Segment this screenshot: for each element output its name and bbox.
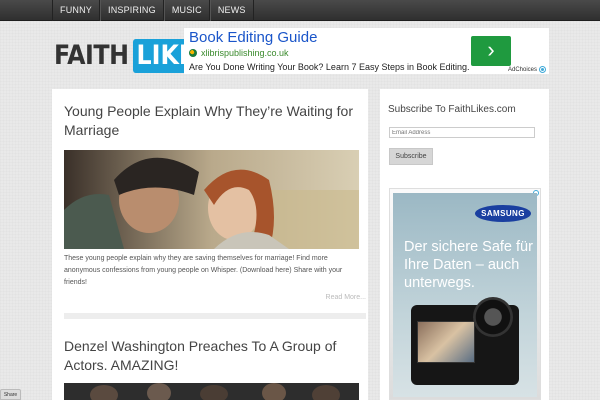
sidebar-ad[interactable]: SAMSUNG Der sichere Safe für Ihre Daten … bbox=[389, 188, 541, 400]
sidebar: Subscribe To FaithLikes.com Subscribe SA… bbox=[380, 89, 549, 400]
ad-description: Are You Done Writing Your Book? Learn 7 … bbox=[189, 62, 470, 72]
nav-menu: FUNNY INSPIRING MUSIC NEWS bbox=[52, 0, 254, 21]
adchoices-icon bbox=[539, 66, 546, 73]
ad-choices[interactable]: AdChoices bbox=[508, 66, 546, 73]
camera-screen bbox=[417, 321, 475, 363]
post-title[interactable]: Young People Explain Why They’re Waiting… bbox=[64, 102, 360, 140]
nav-item-music[interactable]: MUSIC bbox=[163, 0, 210, 21]
ad-arrow-button[interactable]: › bbox=[471, 36, 511, 66]
couple-photo bbox=[64, 150, 359, 249]
subscribe-button[interactable]: Subscribe bbox=[389, 148, 433, 165]
camera-icon bbox=[411, 297, 519, 385]
share-button[interactable]: Share bbox=[0, 389, 21, 400]
ad-headline: Der sichere Safe für Ihre Daten – auch u… bbox=[404, 239, 533, 291]
samsung-ad-creative: SAMSUNG Der sichere Safe für Ihre Daten … bbox=[393, 193, 537, 397]
post-featured-image[interactable] bbox=[64, 383, 359, 400]
email-input[interactable] bbox=[389, 127, 535, 138]
ad-title[interactable]: Book Editing Guide bbox=[189, 29, 317, 46]
header-ad-banner[interactable]: Book Editing Guide xlibrispublishing.co.… bbox=[184, 28, 549, 74]
post-title[interactable]: Denzel Washington Preaches To A Group of… bbox=[64, 337, 360, 375]
read-more-link[interactable]: Read More... bbox=[326, 294, 366, 301]
advertiser-icon bbox=[189, 49, 197, 57]
camera-lens bbox=[473, 297, 513, 337]
top-navigation: FUNNY INSPIRING MUSIC NEWS bbox=[0, 0, 600, 21]
nav-item-inspiring[interactable]: INSPIRING bbox=[100, 0, 164, 21]
post-featured-image[interactable] bbox=[64, 150, 359, 249]
logo-text-faith: FAITH bbox=[54, 40, 129, 71]
nav-item-news[interactable]: NEWS bbox=[209, 0, 254, 21]
post-divider bbox=[64, 313, 366, 319]
nav-item-funny[interactable]: FUNNY bbox=[52, 0, 100, 21]
ad-domain: xlibrispublishing.co.uk bbox=[201, 48, 289, 58]
actors-photo bbox=[64, 383, 359, 400]
post-excerpt: These young people explain why they are … bbox=[64, 255, 343, 286]
ad-choices-label: AdChoices bbox=[507, 66, 537, 73]
ad-domain-row[interactable]: xlibrispublishing.co.uk bbox=[189, 48, 289, 58]
main-content: Young People Explain Why They’re Waiting… bbox=[52, 89, 368, 400]
samsung-logo: SAMSUNG bbox=[475, 205, 531, 222]
subscribe-heading: Subscribe To FaithLikes.com bbox=[388, 104, 516, 115]
